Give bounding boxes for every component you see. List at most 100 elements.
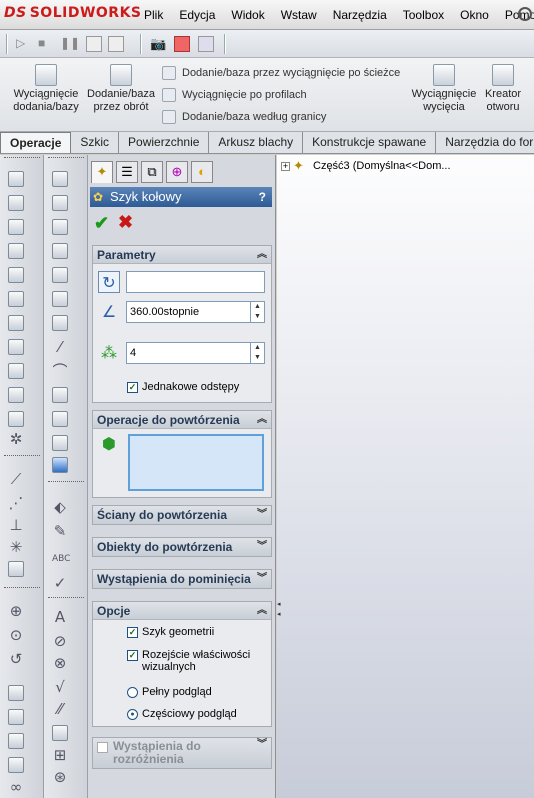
ok-check-icon[interactable]: ✔ xyxy=(94,213,109,234)
box-7-icon[interactable] xyxy=(52,315,68,331)
full-preview-radio[interactable]: Pełny podgląd xyxy=(127,686,212,698)
extrude-boss-button[interactable]: Wyciągnięcie dodania/bazy xyxy=(10,64,82,114)
reference-geometry-icon[interactable]: ✲ xyxy=(8,431,24,447)
pause-icon[interactable]: ❚❚ xyxy=(60,36,80,52)
box-4-icon[interactable] xyxy=(52,243,68,259)
toolbar-grip[interactable] xyxy=(4,455,40,458)
dimxpert-tab[interactable]: ⊕ xyxy=(166,161,188,183)
record-icon[interactable] xyxy=(174,36,190,52)
expand-icon[interactable]: + xyxy=(281,161,290,171)
surface-finish-icon[interactable]: ⁄⁄ xyxy=(52,701,68,717)
boundary-boss-button[interactable]: Dodanie/baza według granicy xyxy=(162,110,326,124)
box-icon[interactable] xyxy=(52,171,68,187)
display-style-icon[interactable] xyxy=(8,757,24,773)
box-6-icon[interactable] xyxy=(52,291,68,307)
cut-revolve-icon[interactable] xyxy=(8,291,24,307)
checkbox-check-icon[interactable]: ✓ xyxy=(127,382,138,393)
new-macro-icon[interactable] xyxy=(86,36,102,52)
equal-spacing-checkbox[interactable]: ✓ Jednakowe odstępy xyxy=(127,381,239,393)
collapse-chevron-icon[interactable]: ︽ xyxy=(257,411,267,429)
tab-sheet-metal[interactable]: Arkusz blachy xyxy=(209,132,304,153)
sweep-boss-button[interactable]: Dodanie/baza przez wyciągnięcie po ścież… xyxy=(162,66,400,80)
sketch-arc-icon[interactable]: ⌒ xyxy=(52,363,68,379)
geometry-pattern-checkbox[interactable]: ✓ Szyk geometrii xyxy=(127,626,214,638)
dynamic-annotation-icon[interactable] xyxy=(8,709,24,725)
dotted-line-icon[interactable]: ⋰ xyxy=(8,495,24,511)
vary-checkbox[interactable] xyxy=(97,741,112,753)
checkbox-empty-icon[interactable] xyxy=(97,742,108,753)
menu-toolbox[interactable]: Toolbox xyxy=(395,0,452,30)
tab-sketch[interactable]: Szkic xyxy=(71,132,120,153)
balloon-icon[interactable]: ⊘ xyxy=(52,633,68,649)
instances-spinner[interactable]: ▲ ▼ xyxy=(250,343,264,363)
graphics-area[interactable]: ◂ ◂ + ✦ Część3 (Domyślna<<Dom... xyxy=(277,155,534,798)
tab-surfaces[interactable]: Powierzchnie xyxy=(119,132,210,153)
rib-icon[interactable] xyxy=(8,387,24,403)
line-icon[interactable]: ⟋ xyxy=(8,471,24,487)
block-icon[interactable]: ⊞ xyxy=(52,747,68,763)
camera-icon[interactable]: 📷 xyxy=(150,36,166,52)
menu-file[interactable]: Plik xyxy=(136,0,171,30)
menu-tools[interactable]: Narzędzia xyxy=(325,0,395,30)
display-manager-tab[interactable]: ◐ xyxy=(191,161,213,183)
feature-manager-tab[interactable]: ✦ xyxy=(91,161,113,183)
group-header[interactable]: Wystąpienia do rozróżnienia ︾ xyxy=(93,738,271,768)
sketch-polygon-icon[interactable] xyxy=(52,411,68,427)
edit-macro-icon[interactable] xyxy=(108,36,124,52)
collapse-chevron-icon[interactable]: ︽ xyxy=(257,602,267,620)
zoom-area-icon[interactable]: ⊙ xyxy=(8,627,24,643)
expand-chevron-icon[interactable]: ︾ xyxy=(257,538,267,556)
spin-up-icon[interactable]: ▲ xyxy=(251,343,264,353)
group-faces-to-pattern[interactable]: Ściany do powtórzenia ︾ xyxy=(92,505,272,525)
configuration-manager-tab[interactable]: ⧉ xyxy=(141,161,163,183)
axis-selection-field[interactable] xyxy=(126,271,265,293)
extrude-cut-button[interactable]: Wyciągnięcie wycięcia xyxy=(410,64,478,114)
zoom-fit-icon[interactable]: ⊕ xyxy=(8,603,24,619)
check-icon[interactable]: ✓ xyxy=(52,575,68,591)
cancel-close-icon[interactable]: ✖ xyxy=(118,212,133,233)
group-header[interactable]: Ściany do powtórzenia ︾ xyxy=(93,506,271,524)
abc-icon[interactable]: ABC xyxy=(52,551,70,567)
pin-icon[interactable] xyxy=(518,7,532,21)
play-icon[interactable]: ▷ xyxy=(16,36,32,52)
property-manager-tab[interactable]: ☰ xyxy=(116,161,138,183)
hide-show-icon[interactable]: ∞ xyxy=(8,779,24,795)
coordinate-system-icon[interactable] xyxy=(8,561,24,577)
toolbar-grip[interactable] xyxy=(4,587,40,590)
box-3-icon[interactable] xyxy=(52,219,68,235)
propagate-visual-checkbox[interactable]: ✓ Rozejście właściwości wizualnych xyxy=(127,649,267,673)
text-icon[interactable]: A xyxy=(52,609,68,625)
loft-icon[interactable] xyxy=(8,243,24,259)
toolbar-grip[interactable] xyxy=(4,157,40,160)
tag-icon[interactable]: ⬖ xyxy=(52,499,68,515)
partial-preview-radio[interactable]: ● Częściowy podgląd xyxy=(127,708,237,720)
expand-chevron-icon[interactable]: ︾ xyxy=(257,570,267,588)
cut-sweep-icon[interactable] xyxy=(8,315,24,331)
spin-down-icon[interactable]: ▼ xyxy=(251,353,264,363)
flyout-feature-tree[interactable]: + ✦ Część3 (Domyślna<<Dom... xyxy=(281,159,451,173)
expand-chevron-icon[interactable]: ︾ xyxy=(257,506,267,524)
group-bodies-to-pattern[interactable]: Obiekty do powtórzenia ︾ xyxy=(92,537,272,557)
box-5-icon[interactable] xyxy=(52,267,68,283)
revolve-icon[interactable] xyxy=(8,195,24,211)
group-instances-to-vary[interactable]: Wystąpienia do rozróżnienia ︾ xyxy=(92,737,272,769)
group-header[interactable]: Parametry ︽ xyxy=(93,246,271,264)
instances-input[interactable]: 4 xyxy=(126,342,265,364)
revolve-boss-button[interactable]: Dodanie/baza przez obrót xyxy=(86,64,156,114)
expand-chevron-icon[interactable]: ︾ xyxy=(257,738,267,751)
point-icon[interactable]: ✳ xyxy=(8,539,24,555)
sketch-slot-icon[interactable] xyxy=(52,435,68,451)
collapse-chevron-icon[interactable]: ︽ xyxy=(257,246,267,264)
cut-extrude-icon[interactable] xyxy=(8,267,24,283)
sketch-rectangle-icon[interactable] xyxy=(52,387,68,403)
panel-collapse-handle-icon[interactable]: ◂ ◂ xyxy=(277,600,283,630)
features-selection-list[interactable] xyxy=(128,434,264,491)
radio-icon[interactable] xyxy=(127,687,138,698)
fillet-icon[interactable] xyxy=(8,363,24,379)
group-header[interactable]: Operacje do powtórzenia ︽ xyxy=(93,411,271,429)
root-icon[interactable]: √ xyxy=(52,679,68,695)
custom-macro-icon[interactable] xyxy=(198,36,214,52)
group-header[interactable]: Wystąpienia do pominięcia ︾ xyxy=(93,570,271,588)
spin-up-icon[interactable]: ▲ xyxy=(251,302,264,312)
group-header[interactable]: Opcje ︽ xyxy=(93,602,271,620)
